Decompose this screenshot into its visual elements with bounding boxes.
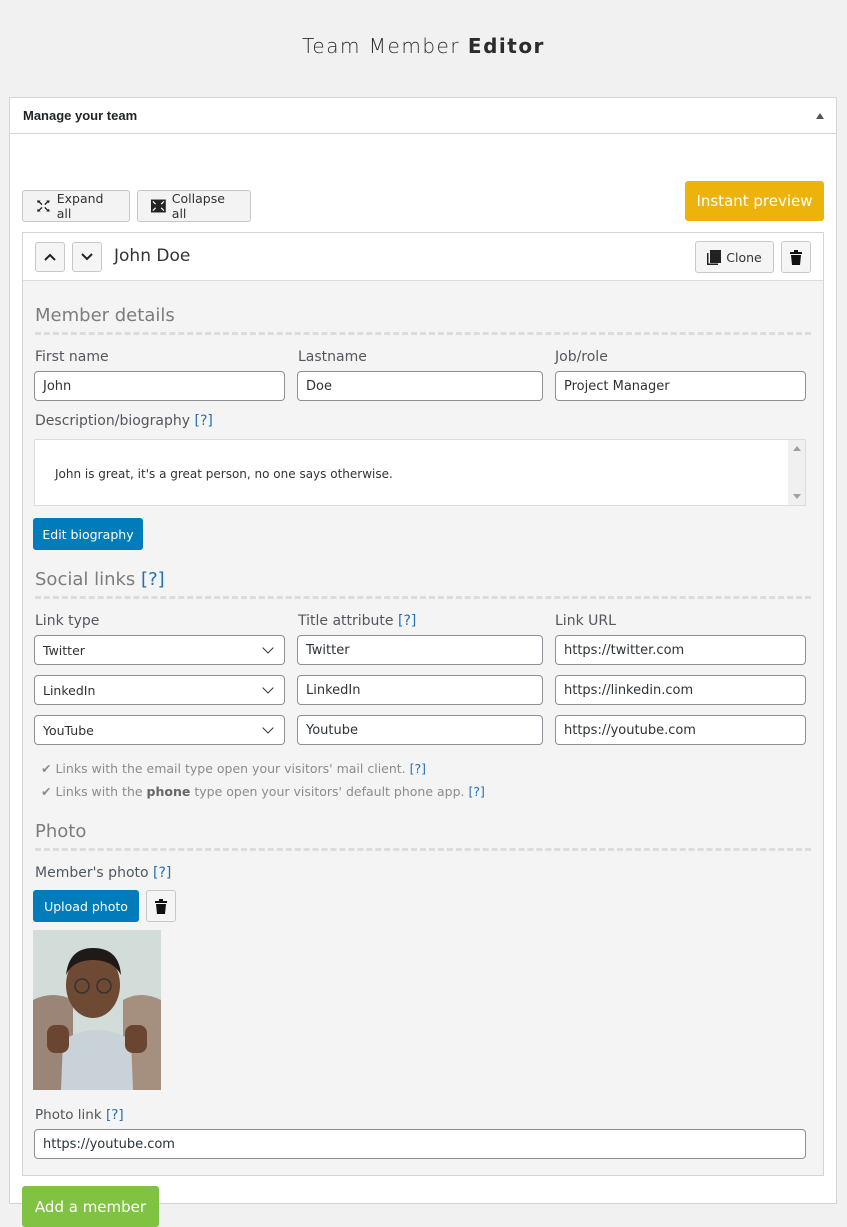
delete-member-button[interactable] [781, 241, 811, 273]
chevron-up-icon [44, 253, 56, 261]
chevron-down-icon [262, 642, 274, 654]
member-details-heading: Member details [35, 305, 811, 335]
email-help-link[interactable]: [?] [410, 761, 426, 776]
chevron-down-icon [81, 253, 93, 261]
biography-label: Description/biography [?] [35, 413, 213, 429]
member-header[interactable]: John Doe Clone [23, 233, 823, 281]
instant-preview-button[interactable]: Instant preview [685, 181, 824, 221]
link-url-input[interactable]: https://youtube.com [555, 715, 806, 745]
first-name-input[interactable]: John [34, 371, 285, 401]
scroll-up-icon[interactable] [793, 446, 801, 451]
lastname-label: Lastname [298, 349, 367, 365]
biography-text: John is great, it's a great person, no o… [55, 467, 393, 481]
edit-biography-button[interactable]: Edit biography [33, 518, 143, 550]
collapse-icon [151, 199, 166, 213]
job-role-label: Job/role [555, 349, 608, 365]
trash-icon [790, 249, 802, 265]
phone-note: ✔ Links with the phone type open your vi… [41, 784, 485, 799]
title-attribute-input[interactable]: Twitter [297, 635, 543, 665]
link-type-label: Link type [35, 613, 100, 629]
collapse-all-button[interactable]: Collapse all [137, 190, 251, 222]
scroll-down-icon[interactable] [793, 494, 801, 499]
manage-team-panel: Manage your team Expand all Collapse all… [9, 97, 837, 1227]
copy-icon [707, 249, 722, 265]
expand-icon [36, 200, 50, 212]
clone-button[interactable]: Clone [695, 241, 774, 273]
bio-help-link[interactable]: [?] [195, 413, 213, 429]
remove-photo-button[interactable] [146, 890, 176, 922]
collapse-panel-icon[interactable] [816, 112, 824, 119]
biography-box: John is great, it's a great person, no o… [34, 439, 806, 506]
title-help-link[interactable]: [?] [398, 613, 416, 629]
panel-header[interactable]: Manage your team [10, 98, 836, 134]
move-up-button[interactable] [35, 242, 65, 272]
lastname-input[interactable]: Doe [297, 371, 543, 401]
social-help-link[interactable]: [?] [141, 569, 165, 590]
title-attribute-input[interactable]: Youtube [297, 715, 543, 745]
chevron-down-icon [262, 722, 274, 734]
title-attribute-label: Title attribute [?] [298, 613, 417, 629]
chevron-down-icon [262, 682, 274, 694]
check-icon: ✔ [41, 784, 52, 799]
link-type-select[interactable]: LinkedIn [34, 675, 285, 705]
check-icon: ✔ [41, 761, 52, 776]
trash-icon [155, 898, 167, 914]
add-member-button[interactable]: Add a member [22, 1186, 159, 1227]
photo-link-input[interactable]: https://youtube.com [34, 1129, 806, 1159]
page-title: Team Member Editor [302, 34, 545, 58]
link-url-input[interactable]: https://linkedin.com [555, 675, 806, 705]
biography-scrollbar[interactable] [788, 440, 805, 505]
title-attribute-input[interactable]: LinkedIn [297, 675, 543, 705]
job-role-input[interactable]: Project Manager [555, 371, 806, 401]
photo-link-help-link[interactable]: [?] [106, 1107, 124, 1123]
link-url-input[interactable]: https://twitter.com [555, 635, 806, 665]
photo-help-link[interactable]: [?] [153, 865, 171, 881]
phone-help-link[interactable]: [?] [469, 784, 485, 799]
member-photo-image [33, 930, 161, 1090]
social-links-heading: Social links [?] [35, 569, 811, 599]
photo-heading: Photo [35, 821, 811, 851]
email-note: ✔ Links with the email type open your vi… [41, 761, 427, 776]
photo-link-label: Photo link [?] [35, 1107, 124, 1123]
expand-all-button[interactable]: Expand all [22, 190, 130, 222]
member-photo-label: Member's photo [?] [35, 865, 172, 881]
panel-title: Manage your team [23, 108, 138, 123]
link-url-label: Link URL [555, 613, 616, 629]
move-down-button[interactable] [72, 242, 102, 272]
link-type-select[interactable]: YouTube [34, 715, 285, 745]
first-name-label: First name [35, 349, 109, 365]
member-card: John Doe Clone Member details First name… [22, 232, 824, 1176]
member-name: John Doe [114, 246, 191, 266]
link-type-select[interactable]: Twitter [34, 635, 285, 665]
upload-photo-button[interactable]: Upload photo [33, 890, 139, 922]
member-photo [33, 930, 161, 1090]
